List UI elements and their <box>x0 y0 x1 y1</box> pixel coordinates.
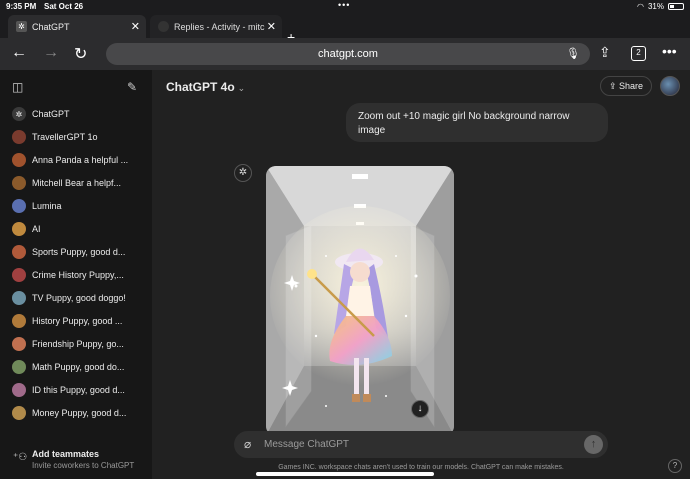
home-indicator[interactable] <box>256 472 434 476</box>
sidebar-item[interactable]: Mitchell Bear a helpf... <box>8 172 146 194</box>
close-tab-icon[interactable]: ✕ <box>131 20 140 33</box>
sidebar-item[interactable]: ✲ ChatGPT <box>8 103 146 125</box>
sidebar-item[interactable]: Crime History Puppy,... <box>8 264 146 286</box>
disclaimer-text: Games INC. workspace chats aren't used t… <box>278 464 564 471</box>
message-input[interactable]: Message ChatGPT <box>264 439 349 450</box>
add-teammates-icon: ⁺⚇ <box>13 452 28 463</box>
sidebar-item[interactable]: ID this Puppy, good d... <box>8 379 146 401</box>
gpt-avatar-icon <box>12 245 26 259</box>
add-teammates-title: Add teammates <box>32 449 100 459</box>
url-text: chatgpt.com <box>318 48 378 60</box>
gpt-avatar-icon <box>12 130 26 144</box>
user-message-bubble: Zoom out +10 magic girl No background na… <box>346 103 608 142</box>
wifi-icon: ◠ <box>637 2 644 11</box>
sidebar-item[interactable]: Money Puppy, good d... <box>8 402 146 424</box>
scroll-down-arrow-icon[interactable]: ↓ <box>411 400 429 418</box>
sidebar-item-label: History Puppy, good ... <box>32 316 123 326</box>
new-chat-icon[interactable]: ✎ <box>127 80 137 94</box>
share-label: Share <box>619 81 644 91</box>
gpt-avatar-icon <box>12 337 26 351</box>
tab-count-button[interactable]: 2 <box>631 46 646 61</box>
magic-girl-illustration <box>266 166 454 436</box>
sidebar-item-label: Anna Panda a helpful ... <box>32 155 129 165</box>
more-menu-icon[interactable]: ••• <box>662 43 677 59</box>
tab-chatgpt[interactable]: ✲ ChatGPT ✕ <box>8 15 146 38</box>
sidebar-item-label: Math Puppy, good do... <box>32 362 125 372</box>
sidebar-item-label: TV Puppy, good doggo! <box>32 293 126 303</box>
gpt-avatar-icon <box>12 291 26 305</box>
tab-label: Replies - Activity - mitc <box>174 21 265 32</box>
sidebar-item[interactable]: TV Puppy, good doggo! <box>8 287 146 309</box>
browser-toolbar: ← → ↻ chatgpt.com 🎙 ⇪ 2 ••• <box>0 38 690 70</box>
status-time: 9:35 PM <box>6 2 37 11</box>
sidebar-item-label: TravellerGPT 1o <box>32 132 98 142</box>
tab-replies-activity[interactable]: Replies - Activity - mitc ✕ <box>150 15 282 38</box>
sidebar: ◫ ✎ ✲ ChatGPT TravellerGPT 1o Anna Panda a … <box>0 70 152 479</box>
model-selector[interactable]: ChatGPT 4o ⌄ <box>166 80 245 94</box>
chevron-down-icon: ⌄ <box>237 83 246 93</box>
sidebar-item[interactable]: Lumina <box>8 195 146 217</box>
multitasking-dots-icon[interactable]: ••• <box>338 0 350 10</box>
sidebar-item-label: Mitchell Bear a helpf... <box>32 178 122 188</box>
sidebar-item[interactable]: Anna Panda a helpful ... <box>8 149 146 171</box>
status-date: Sat Oct 26 <box>44 2 84 11</box>
sidebar-item-label: Money Puppy, good d... <box>32 408 127 418</box>
gpt-avatar-icon <box>12 176 26 190</box>
site-favicon-icon <box>158 21 169 32</box>
sidebar-item-label: ChatGPT <box>32 109 70 119</box>
help-question-icon[interactable]: ? <box>668 459 682 473</box>
close-tab-icon[interactable]: ✕ <box>267 20 276 33</box>
forward-arrow-icon[interactable]: → <box>43 44 59 62</box>
sidebar-item[interactable]: Friendship Puppy, go... <box>8 333 146 355</box>
toggle-sidebar-icon[interactable]: ◫ <box>12 80 23 94</box>
battery-percent: 31% <box>647 2 664 11</box>
send-arrow-icon[interactable]: ↑ <box>584 435 603 454</box>
sidebar-item-label: Lumina <box>32 201 62 211</box>
share-upload-icon: ⇪ <box>608 81 617 91</box>
chatgpt-logo-icon: ✲ <box>234 164 252 182</box>
model-name: ChatGPT 4o <box>166 80 235 94</box>
back-arrow-icon[interactable]: ← <box>11 44 27 62</box>
gpt-avatar-icon <box>12 406 26 420</box>
gpt-avatar-icon <box>12 199 26 213</box>
sidebar-item[interactable]: AI <box>8 218 146 240</box>
sidebar-item[interactable]: TravellerGPT 1o <box>8 126 146 148</box>
gpt-avatar-icon <box>12 383 26 397</box>
status-bar: 9:35 PM Sat Oct 26 ••• ◠ 31% <box>0 0 690 13</box>
generated-image[interactable] <box>266 166 454 436</box>
gpt-avatar-icon <box>12 153 26 167</box>
share-sheet-icon[interactable]: ⇪ <box>599 44 611 61</box>
chatgpt-favicon-icon: ✲ <box>16 21 27 32</box>
microphone-icon[interactable]: 🎙 <box>566 43 580 65</box>
sidebar-item[interactable]: Math Puppy, good do... <box>8 356 146 378</box>
sidebar-item-label: Friendship Puppy, go... <box>32 339 124 349</box>
sidebar-item-label: AI <box>32 224 41 234</box>
battery-icon <box>668 3 684 10</box>
sidebar-item-label: Crime History Puppy,... <box>32 270 124 280</box>
sidebar-item-label: ID this Puppy, good d... <box>32 385 125 395</box>
status-indicators: ◠ 31% <box>637 2 684 11</box>
attach-paperclip-icon[interactable]: ⌀ <box>244 437 251 451</box>
sidebar-item-label: Sports Puppy, good d... <box>32 247 126 257</box>
chatgpt-logo-icon: ✲ <box>12 107 26 121</box>
gpt-avatar-icon <box>12 314 26 328</box>
share-button[interactable]: ⇪ Share <box>600 76 652 96</box>
gpt-avatar-icon <box>12 360 26 374</box>
sidebar-item[interactable]: History Puppy, good ... <box>8 310 146 332</box>
user-message-text: Zoom out +10 magic girl No background na… <box>358 111 570 136</box>
gpt-avatar-icon <box>12 222 26 236</box>
chat-main: ChatGPT 4o ⌄ ⇪ Share Zoom out +10 magic g… <box>152 70 690 479</box>
sidebar-item[interactable]: Sports Puppy, good d... <box>8 241 146 263</box>
add-teammates-button[interactable]: ⁺⚇ Add teammates Invite coworkers to Cha… <box>0 442 152 479</box>
address-bar[interactable]: chatgpt.com 🎙 <box>106 43 590 65</box>
browser-tab-strip: ✲ ChatGPT ✕ Replies - Activity - mitc ✕ … <box>0 13 690 45</box>
tab-label: ChatGPT <box>32 21 70 32</box>
reload-icon[interactable]: ↻ <box>74 44 87 64</box>
user-avatar[interactable] <box>660 76 680 96</box>
add-teammates-subtitle: Invite coworkers to ChatGPT <box>32 461 135 470</box>
gpt-avatar-icon <box>12 268 26 282</box>
message-composer[interactable]: ⌀ Message ChatGPT ↑ <box>234 431 608 458</box>
